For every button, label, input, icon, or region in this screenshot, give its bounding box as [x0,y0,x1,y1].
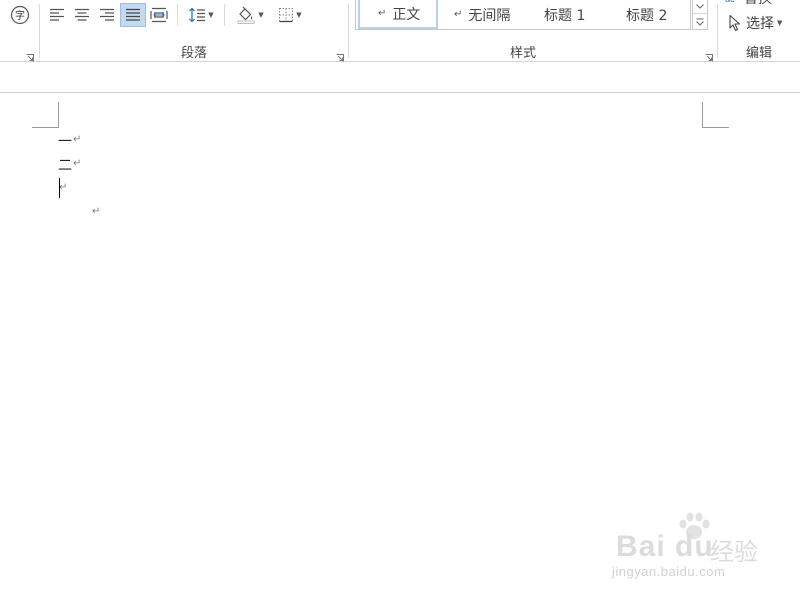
chevron-down-icon: ▼ [258,11,264,19]
replace-button[interactable]: ac 替换 [724,0,772,8]
gallery-down-button[interactable] [693,0,707,14]
cursor-arrow-icon [729,14,741,32]
crop-mark-right-vertical [702,102,703,128]
style-item-label: 标题 2 [626,7,668,24]
paragraph-group-label: 段落 [180,46,207,61]
select-label: 选择 [746,16,774,32]
paragraph-mark-icon: ↵ [73,133,82,145]
justify-button[interactable] [120,3,146,27]
ribbon: 字 ▼ ▼ ▼ 段落 ↵ 正文 ↵ 无间隔 标题 1 标题 2 样式 选择 ▼ … [0,0,800,62]
align-left-icon [50,8,64,21]
ruler-area [0,63,800,93]
dialog-launcher-icon [26,54,34,62]
crop-mark-left-vertical [58,102,59,128]
paragraph-mark-icon: ↵ [59,181,68,193]
styles-group-label: 样式 [509,46,536,61]
style-item-heading-1[interactable]: 标题 1 [528,0,608,29]
svg-text:ac: ac [725,0,735,4]
paragraph-mark-icon: ↵ [378,8,387,19]
line-text: 一 [58,134,72,150]
paint-bucket-icon [237,6,255,24]
styles-dialog-launcher[interactable] [705,47,713,62]
paragraph-dialog-launcher[interactable] [336,47,344,62]
chevron-down-icon [696,4,704,9]
distributed-button[interactable] [147,3,171,27]
enclose-character-icon: 字 [10,5,30,25]
align-right-button[interactable] [95,3,119,27]
paragraph-mark-icon: ↵ [92,206,101,217]
styles-gallery: ↵ 正文 ↵ 无间隔 标题 1 标题 2 [355,0,691,30]
watermark: Bai du 经验 jingyan.baidu.com [612,512,762,592]
paragraph-mark-icon: ↵ [73,157,82,169]
watermark-name: 经验 [710,538,758,566]
dialog-launcher-icon [705,54,713,62]
chevron-down-icon: ▼ [777,19,783,27]
document-line[interactable]: 二 ↵ [58,154,81,176]
replace-icon: ac [725,0,735,4]
line-spacing-icon [189,7,206,23]
line-spacing-button[interactable]: ▼ [184,3,218,27]
style-item-label: 无间隔 [468,7,511,24]
dialog-launcher-icon [336,54,344,62]
style-item-normal[interactable]: ↵ 正文 [358,0,438,29]
distributed-align-icon [150,7,168,23]
align-center-icon [75,8,89,21]
button-separator [224,4,225,26]
gallery-more-button[interactable] [693,15,707,29]
style-item-label: 标题 1 [544,7,586,24]
style-item-label: 正文 [392,6,421,23]
watermark-brand: Bai du [616,530,714,563]
style-item-no-spacing[interactable]: ↵ 无间隔 [442,0,526,29]
replace-label: 替换 [744,0,772,8]
button-separator [177,4,178,26]
enclose-characters-button[interactable]: 字 [8,3,32,27]
line-text: 二 [58,158,72,174]
svg-text:字: 字 [15,9,25,22]
font-dialog-launcher[interactable] [26,47,34,62]
select-button[interactable]: 选择 ▼ [728,12,782,34]
shading-button[interactable]: ▼ [231,3,269,27]
crop-mark-right-horizontal [702,127,729,128]
crop-mark-left-horizontal [32,127,59,128]
borders-button[interactable]: ▼ [272,3,308,27]
more-icon [696,18,704,26]
group-separator [348,4,349,58]
align-right-icon [100,8,114,21]
borders-icon [279,8,294,23]
align-left-button[interactable] [45,3,69,27]
text-cursor [59,178,60,198]
chevron-down-icon: ▼ [208,11,214,19]
watermark-url: jingyan.baidu.com [612,564,726,579]
style-item-heading-2[interactable]: 标题 2 [610,0,690,29]
align-center-button[interactable] [70,3,94,27]
paragraph-mark-icon: ↵ [454,9,463,20]
styles-gallery-scroll [692,0,708,30]
justify-icon [126,8,140,21]
document-line[interactable]: 一 ↵ [58,130,81,152]
chevron-down-icon: ▼ [296,11,302,19]
editing-group-label: 编辑 [745,46,772,61]
